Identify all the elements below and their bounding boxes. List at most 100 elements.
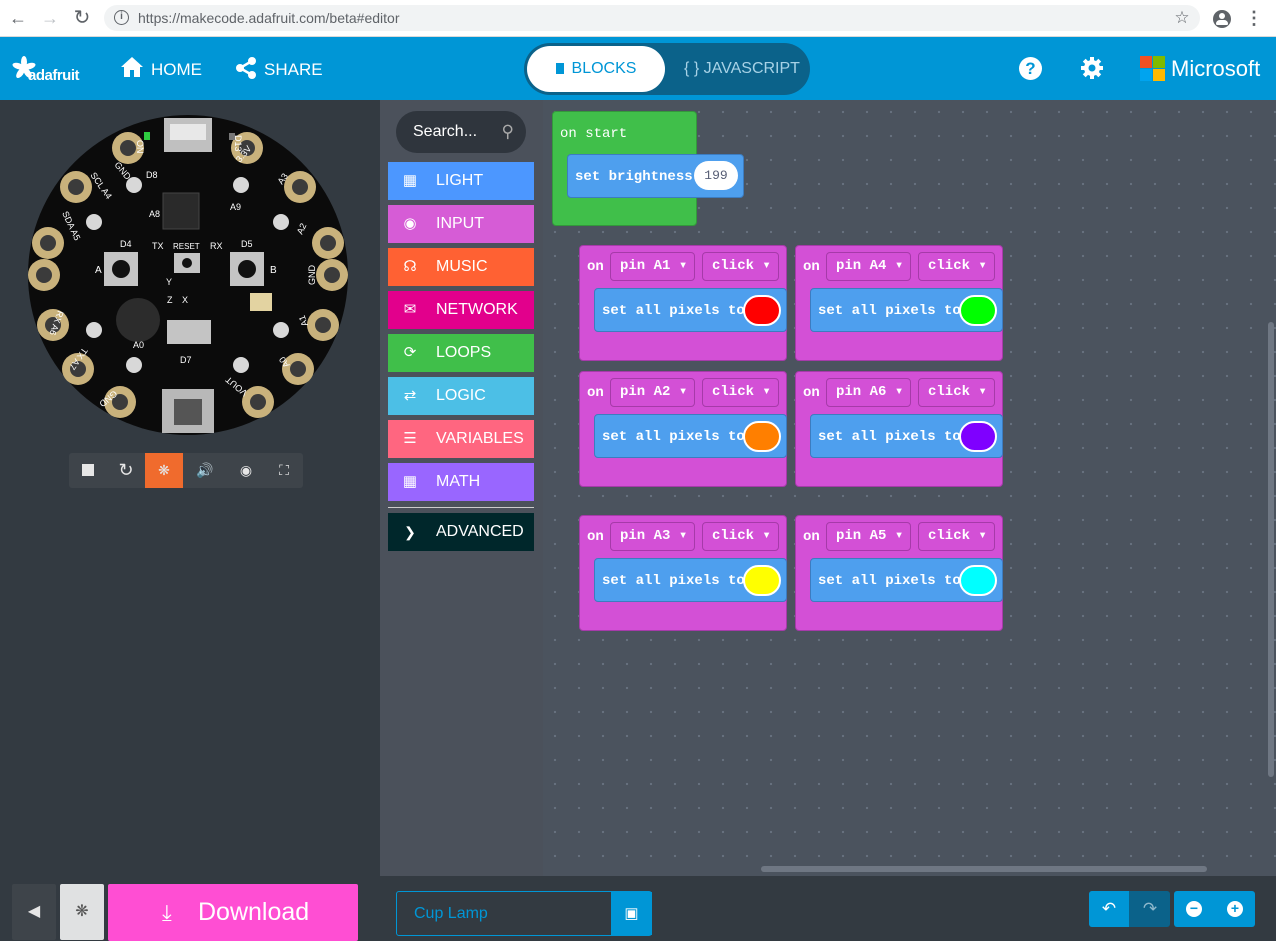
- action-dropdown[interactable]: click ▾: [918, 252, 995, 281]
- blocks-tab[interactable]: BLOCKS: [527, 46, 665, 92]
- save-button[interactable]: ▣: [611, 892, 652, 935]
- undo-icon[interactable]: ↶: [1089, 891, 1129, 927]
- color-picker[interactable]: [959, 421, 997, 452]
- debug-icon[interactable]: ❋: [145, 453, 183, 488]
- pin-dropdown[interactable]: pin A1 ▾: [610, 252, 695, 281]
- set-brightness-block[interactable]: set brightness 199: [567, 154, 744, 198]
- color-picker[interactable]: [743, 421, 781, 452]
- blocks-workspace[interactable]: on start set brightness 199 on pin A1 ▾ …: [543, 100, 1276, 876]
- pin-dropdown[interactable]: pin A5 ▾: [826, 522, 911, 551]
- category-light[interactable]: ▦ LIGHT: [388, 162, 534, 200]
- category-advanced[interactable]: ❯ ADVANCED: [388, 513, 534, 551]
- color-picker[interactable]: [743, 565, 781, 596]
- color-picker[interactable]: [959, 565, 997, 596]
- color-picker[interactable]: [743, 295, 781, 326]
- category-advanced-label: ADVANCED: [436, 523, 524, 540]
- share-button[interactable]: SHARE: [264, 60, 323, 80]
- brightness-value-input[interactable]: 199: [694, 161, 738, 190]
- save-icon: ▣: [624, 905, 639, 922]
- search-input[interactable]: Search... ⚲: [396, 111, 526, 153]
- debug-mode-button[interactable]: ❋: [60, 884, 104, 940]
- back-icon[interactable]: ←: [8, 8, 28, 28]
- address-bar[interactable]: i https://makecode.adafruit.com/beta#edi…: [104, 5, 1200, 31]
- editor-footer: ◀ ❋ ⤓ Download Cup Lamp ▣ ↶ ↷ − +: [0, 876, 1276, 941]
- shuffle-icon: ⇄: [403, 387, 417, 404]
- on-pin-click-block[interactable]: on pin A4 ▾ click ▾ set all pixels to: [795, 245, 1003, 361]
- pin-dropdown[interactable]: pin A2 ▾: [610, 378, 695, 407]
- category-variables[interactable]: ☰ VARIABLES: [388, 420, 534, 458]
- collapse-simulator-button[interactable]: ◀: [12, 884, 56, 940]
- horizontal-scrollbar[interactable]: [761, 866, 1207, 872]
- screenshot-icon[interactable]: ◉: [227, 453, 265, 488]
- reload-icon[interactable]: ↻: [72, 8, 92, 28]
- label-btn-a: A: [95, 265, 102, 276]
- editor-toggle: BLOCKS { } JAVASCRIPT: [524, 43, 810, 95]
- category-math[interactable]: ▦ MATH: [388, 463, 534, 501]
- on-label: on: [803, 529, 820, 545]
- zoom-in-icon[interactable]: +: [1227, 901, 1243, 917]
- share-icon[interactable]: [234, 56, 258, 80]
- bookmark-star-icon[interactable]: ☆: [1172, 8, 1192, 28]
- on-pin-click-block[interactable]: on pin A6 ▾ click ▾ set all pixels to: [795, 371, 1003, 487]
- label-d4: D4: [120, 239, 132, 249]
- color-picker[interactable]: [959, 295, 997, 326]
- account-icon[interactable]: [1213, 10, 1231, 28]
- category-network[interactable]: ✉ NETWORK: [388, 291, 534, 329]
- label-y: Y: [166, 277, 172, 287]
- set-all-pixels-block[interactable]: set all pixels to: [594, 414, 787, 458]
- category-music[interactable]: ☊ MUSIC: [388, 248, 534, 286]
- set-all-pixels-block[interactable]: set all pixels to: [810, 288, 1003, 332]
- download-button[interactable]: ⤓ Download: [108, 884, 358, 941]
- category-loops[interactable]: ⟳ LOOPS: [388, 334, 534, 372]
- set-all-pixels-block[interactable]: set all pixels to: [594, 558, 787, 602]
- category-input[interactable]: ◉ INPUT: [388, 205, 534, 243]
- action-dropdown[interactable]: click ▾: [918, 522, 995, 551]
- category-logic[interactable]: ⇄ LOGIC: [388, 377, 534, 415]
- label-on: ON: [135, 140, 145, 154]
- redo-icon[interactable]: ↷: [1130, 891, 1170, 927]
- action-dropdown[interactable]: click ▾: [702, 522, 779, 551]
- circle-icon: ◉: [403, 215, 417, 232]
- on-start-block[interactable]: on start set brightness 199: [552, 111, 744, 226]
- search-icon[interactable]: ⚲: [502, 111, 514, 153]
- calculator-icon: ▦: [402, 473, 418, 490]
- project-name-field[interactable]: Cup Lamp ▣: [396, 891, 652, 936]
- pin-dropdown[interactable]: pin A3 ▾: [610, 522, 695, 551]
- pin-dropdown[interactable]: pin A4 ▾: [826, 252, 911, 281]
- javascript-tab[interactable]: { } JAVASCRIPT: [674, 46, 810, 92]
- stop-icon[interactable]: [69, 453, 107, 488]
- circuit-playground-board[interactable]: A8 A9 D4 D5 TX RX RESET D8 A0 D7 A B Y Z…: [28, 115, 348, 435]
- pin-dropdown[interactable]: pin A6 ▾: [826, 378, 911, 407]
- zoom-out-icon[interactable]: −: [1186, 901, 1202, 917]
- project-name-input[interactable]: Cup Lamp: [414, 905, 488, 923]
- on-pin-click-block[interactable]: on pin A3 ▾ click ▾ set all pixels to: [579, 515, 787, 631]
- adafruit-wordmark: adafruit: [28, 67, 80, 84]
- download-icon: ⤓: [162, 900, 172, 925]
- help-icon[interactable]: ?: [1019, 57, 1042, 80]
- set-all-pixels-block[interactable]: set all pixels to: [810, 414, 1003, 458]
- sound-icon[interactable]: 🔊: [186, 453, 224, 488]
- javascript-tab-label: { } JAVASCRIPT: [684, 60, 800, 77]
- site-info-icon[interactable]: i: [114, 10, 129, 25]
- forward-icon[interactable]: →: [40, 8, 60, 28]
- home-button[interactable]: HOME: [151, 60, 202, 80]
- action-dropdown[interactable]: click ▾: [702, 378, 779, 407]
- on-pin-click-block[interactable]: on pin A1 ▾ click ▾ set all pixels to: [579, 245, 787, 361]
- on-pin-click-block[interactable]: on pin A5 ▾ click ▾ set all pixels to: [795, 515, 1003, 631]
- on-pin-click-block[interactable]: on pin A2 ▾ click ▾ set all pixels to: [579, 371, 787, 487]
- restart-icon[interactable]: ↻: [107, 453, 145, 488]
- label-x: X: [182, 295, 188, 305]
- adafruit-logo[interactable]: adafruit: [12, 56, 92, 86]
- action-dropdown[interactable]: click ▾: [702, 252, 779, 281]
- set-all-pixels-block[interactable]: set all pixels to: [810, 558, 1003, 602]
- vertical-scrollbar[interactable]: [1268, 322, 1274, 777]
- action-dropdown[interactable]: click ▾: [918, 378, 995, 407]
- settings-gear-icon[interactable]: [1080, 56, 1104, 80]
- list-icon: ☰: [403, 430, 417, 447]
- label-a8: A8: [149, 209, 160, 219]
- fullscreen-icon[interactable]: ⛶: [265, 453, 303, 488]
- microsoft-brand[interactable]: Microsoft: [1171, 56, 1260, 82]
- browser-menu-icon[interactable]: ⋮: [1244, 8, 1264, 28]
- set-all-pixels-block[interactable]: set all pixels to: [594, 288, 787, 332]
- home-icon[interactable]: [120, 56, 144, 80]
